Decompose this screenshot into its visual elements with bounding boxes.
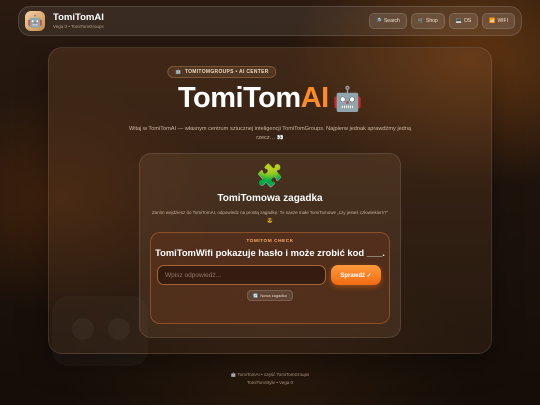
check-label: TOMITOM CHECK (246, 239, 294, 244)
os-label: OS (463, 18, 472, 24)
new-puzzle-label: Nowa zagadka (260, 293, 287, 298)
page-title: TomiTomAI 🤖 (0, 82, 540, 115)
wifi-icon: 📶 (489, 18, 496, 24)
brand: TomiTomAI Vega 0 • TomiTomGroups (53, 12, 104, 30)
refresh-icon: 🔄 (253, 293, 259, 298)
puzzle-title: TomiTomowa zagadka (217, 193, 323, 204)
title-main: TomiTom (177, 82, 301, 114)
robot-icon: 🤖 (175, 69, 182, 75)
search-button[interactable]: 🔎 Search (368, 13, 407, 29)
top-nav: 🔎 Search 🛒 Shop 💻 OS 📶 WIFI (368, 13, 515, 29)
section-badge: 🤖 TOMITOMGROUPS • AI CENTER (167, 66, 277, 78)
robot-icon[interactable]: 🤖 (25, 11, 45, 31)
title-accent: AI (300, 82, 330, 114)
laptop-icon: 💻 (455, 18, 462, 24)
footer-line-1: 🤖 TomiTomAI • część TomiTomGroups (230, 372, 310, 377)
puzzle-question: TomiTomWifi pokazuje hasło i może zrobić… (155, 247, 385, 258)
top-header: 🤖 TomiTomAI Vega 0 • TomiTomGroups 🔎 Sea… (18, 6, 522, 36)
answer-input[interactable] (157, 265, 326, 285)
intro-text: Witaj w TomiTomAI — własnym centrum sztu… (128, 126, 412, 141)
os-button[interactable]: 💻 OS (448, 13, 479, 29)
search-label: Search (383, 18, 400, 24)
new-puzzle-button[interactable]: 🔄 Nowa zagadka (247, 290, 293, 301)
cart-icon: 🛒 (417, 18, 425, 24)
robot-icon: 🤖 (332, 86, 363, 113)
brand-title[interactable]: TomiTomAI (53, 12, 104, 23)
section-badge-label: TOMITOMGROUPS • AI CENTER (184, 69, 269, 75)
wifi-label: WIFI (497, 18, 508, 24)
shop-button[interactable]: 🛒 Shop (410, 13, 445, 29)
search-icon: 🔎 (375, 18, 382, 24)
brand-subtitle: Vega 0 • TomiTomGroups (53, 24, 104, 29)
puzzle-piece-icon: 🧩 (256, 163, 284, 188)
wifi-button[interactable]: 📶 WIFI (482, 13, 515, 29)
check-button[interactable]: Sprawdź ✓ (331, 265, 381, 285)
footer-line-2: TomiTomStyle • Vega 0 (246, 380, 294, 385)
puzzle-description: Zanim wejdziesz do TomiTomAI, odpowiedz … (151, 210, 389, 223)
shop-label: Shop (426, 18, 438, 24)
